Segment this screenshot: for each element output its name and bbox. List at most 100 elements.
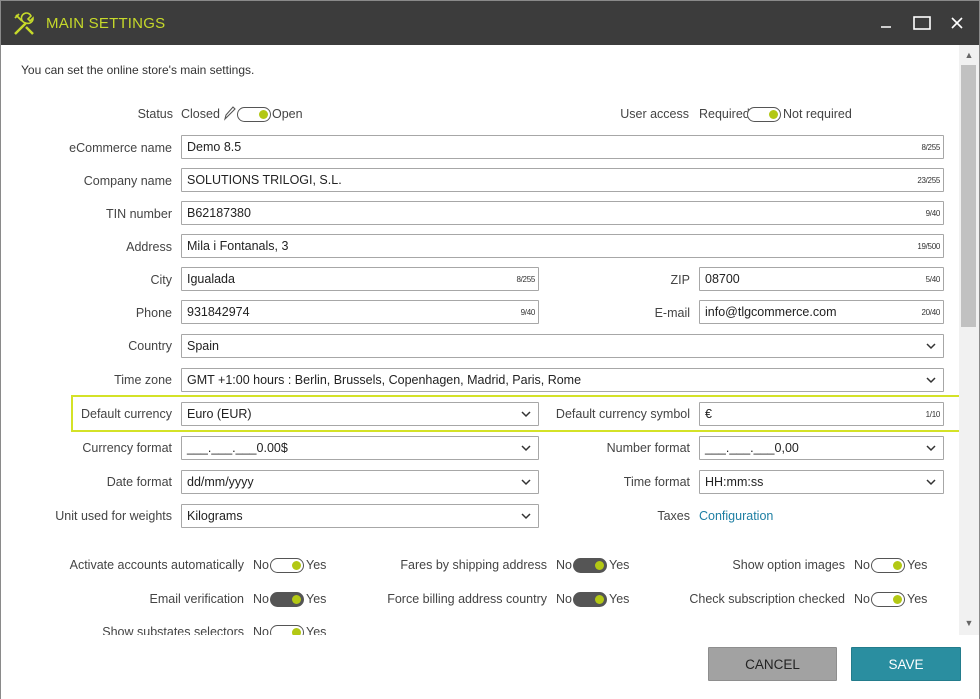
scrollbar-thumb[interactable] — [961, 65, 976, 327]
default-currency-select[interactable]: Euro (EUR) — [181, 402, 539, 426]
taxes-label: Taxes — [657, 509, 690, 523]
email-input[interactable]: info@tlgcommerce.com 20/40 — [699, 300, 944, 324]
zip-input[interactable]: 08700 5/40 — [699, 267, 944, 291]
toggle-yes-text: Yes — [306, 592, 327, 606]
user-access-toggle[interactable] — [747, 107, 781, 122]
activate-accounts-label: Activate accounts automatically — [69, 558, 244, 572]
toggle-yes-text: Yes — [609, 558, 630, 572]
date-format-label: Date format — [106, 475, 172, 489]
chevron-down-icon — [926, 343, 936, 350]
toggle-no-text: No — [253, 625, 269, 635]
check-subscription-toggle[interactable] — [871, 592, 905, 607]
city-label: City — [150, 273, 172, 287]
tin-number-label: TIN number — [106, 207, 172, 221]
fares-by-shipping-label: Fares by shipping address — [400, 558, 547, 572]
toggle-no-text: No — [556, 592, 572, 606]
char-counter: 20/40 — [921, 308, 940, 317]
show-substates-toggle[interactable] — [270, 625, 304, 635]
currency-format-select[interactable]: ___.___.___0.00$ — [181, 436, 539, 460]
main-settings-window: MAIN SETTINGS You can set the online sto… — [0, 0, 980, 699]
toggle-no-text: No — [253, 558, 269, 572]
number-format-label: Number format — [606, 441, 690, 455]
taxes-configuration-link[interactable]: Configuration — [699, 509, 773, 523]
save-button[interactable]: SAVE — [851, 647, 961, 681]
chevron-down-icon — [521, 479, 531, 486]
phone-input[interactable]: 931842974 9/40 — [181, 300, 539, 324]
user-access-label: User access — [620, 107, 689, 121]
tin-number-input[interactable]: B62187380 9/40 — [181, 201, 944, 225]
address-label: Address — [126, 240, 172, 254]
user-access-not-required-text: Not required — [783, 107, 852, 121]
show-option-images-toggle[interactable] — [871, 558, 905, 573]
toggle-yes-text: Yes — [907, 592, 928, 606]
time-format-label: Time format — [623, 475, 690, 489]
ecommerce-name-input[interactable]: Demo 8.5 8/255 — [181, 135, 944, 159]
country-label: Country — [128, 339, 172, 353]
status-closed-text: Closed — [181, 107, 220, 121]
minimize-button[interactable] — [868, 1, 904, 45]
scroll-up-icon[interactable]: ▲ — [959, 47, 979, 63]
ecommerce-name-label: eCommerce name — [69, 141, 172, 155]
city-input[interactable]: Igualada 8/255 — [181, 267, 539, 291]
vertical-scrollbar[interactable]: ▲ ▼ — [959, 45, 979, 635]
country-select[interactable]: Spain — [181, 334, 944, 358]
company-name-input[interactable]: SOLUTIONS TRILOGI, S.L. 23/255 — [181, 168, 944, 192]
weight-unit-select[interactable]: Kilograms — [181, 504, 539, 528]
activate-accounts-toggle[interactable] — [270, 558, 304, 573]
window-title: MAIN SETTINGS — [46, 15, 166, 32]
default-currency-label: Default currency — [80, 407, 172, 421]
time-zone-label: Time zone — [114, 373, 172, 387]
char-counter: 1/10 — [925, 410, 941, 419]
minimize-icon — [881, 26, 891, 28]
status-label: Status — [137, 107, 173, 121]
char-counter: 5/40 — [925, 275, 941, 284]
number-format-select[interactable]: ___.___.___0,00 — [699, 436, 944, 460]
char-counter: 8/255 — [516, 275, 535, 284]
chevron-down-icon — [521, 411, 531, 418]
char-counter: 9/40 — [520, 308, 536, 317]
show-option-images-label: Show option images — [732, 558, 845, 572]
email-verification-label: Email verification — [149, 592, 244, 606]
cancel-button[interactable]: CANCEL — [708, 647, 837, 681]
chevron-down-icon — [521, 513, 531, 520]
toggle-no-text: No — [854, 592, 870, 606]
user-access-required-text: Required — [699, 107, 750, 121]
tools-icon — [14, 12, 34, 35]
show-substates-label: Show substates selectors — [102, 625, 244, 635]
settings-form: You can set the online store's main sett… — [1, 45, 961, 635]
address-input[interactable]: Mila i Fontanals, 3 19/500 — [181, 234, 944, 258]
chevron-down-icon — [926, 445, 936, 452]
force-billing-country-toggle[interactable] — [573, 592, 607, 607]
pencil-icon[interactable] — [222, 105, 236, 121]
close-icon — [951, 17, 963, 29]
date-format-select[interactable]: dd/mm/yyyy — [181, 470, 539, 494]
toggle-yes-text: Yes — [609, 592, 630, 606]
char-counter: 8/255 — [921, 143, 940, 152]
weight-unit-label: Unit used for weights — [55, 509, 172, 523]
char-counter: 9/40 — [925, 209, 941, 218]
chevron-down-icon — [926, 377, 936, 384]
toggle-yes-text: Yes — [306, 558, 327, 572]
fares-by-shipping-toggle[interactable] — [573, 558, 607, 573]
dialog-footer: CANCEL SAVE — [1, 635, 979, 699]
maximize-button[interactable] — [904, 1, 940, 45]
status-toggle[interactable] — [237, 107, 271, 122]
toggle-no-text: No — [556, 558, 572, 572]
time-zone-select[interactable]: GMT +1:00 hours : Berlin, Brussels, Cope… — [181, 368, 944, 392]
email-label: E-mail — [654, 306, 690, 320]
chevron-down-icon — [926, 479, 936, 486]
default-currency-symbol-input[interactable]: €1/10 — [699, 402, 944, 426]
check-subscription-label: Check subscription checked — [689, 592, 845, 606]
company-name-label: Company name — [83, 174, 172, 188]
default-currency-symbol-label: Default currency symbol — [555, 407, 690, 421]
char-counter: 23/255 — [917, 176, 940, 185]
scroll-down-icon[interactable]: ▼ — [959, 615, 979, 631]
close-button[interactable] — [939, 1, 975, 45]
chevron-down-icon — [521, 445, 531, 452]
maximize-icon — [913, 16, 931, 30]
email-verification-toggle[interactable] — [270, 592, 304, 607]
force-billing-country-label: Force billing address country — [387, 592, 547, 606]
phone-label: Phone — [135, 306, 172, 320]
time-format-select[interactable]: HH:mm:ss — [699, 470, 944, 494]
toggle-no-text: No — [253, 592, 269, 606]
